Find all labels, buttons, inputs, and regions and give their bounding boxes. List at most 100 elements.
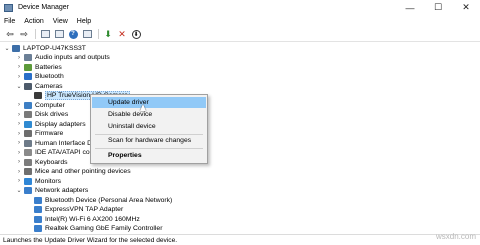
chevron-right-icon[interactable]: › [16, 131, 22, 137]
tree-item-keyboards[interactable]: › Keyboards [16, 158, 68, 167]
menu-action[interactable]: Action [24, 18, 43, 25]
watermark: wsxdn.com [435, 232, 476, 241]
chevron-right-icon[interactable]: › [16, 159, 22, 165]
tree-item-ide[interactable]: › IDE ATA/ATAPI contr [16, 149, 98, 158]
tree-item-expressvpn[interactable]: ExpressVPN TAP Adapter [26, 206, 123, 215]
maximize-button[interactable]: ☐ [424, 0, 452, 15]
toolbar-separator [35, 29, 36, 39]
chevron-right-icon[interactable]: › [16, 102, 22, 108]
help-icon[interactable]: ? [67, 28, 79, 40]
tree-item-cameras[interactable]: ⌄ Cameras [16, 82, 63, 91]
tree-item-label: Intel(R) Wi-Fi 6 AX200 160MHz [45, 215, 140, 223]
network-adapter-icon [34, 225, 42, 233]
tree-item-label: Firmware [35, 130, 64, 138]
status-text: Launches the Update Driver Wizard for th… [3, 236, 178, 244]
tree-item-label: Batteries [35, 63, 62, 71]
minimize-button[interactable]: — [396, 0, 424, 15]
device-manager-icon [4, 3, 13, 12]
tree-item-label: Computer [35, 101, 65, 109]
scan-hardware-icon[interactable]: ⬇ [130, 28, 142, 40]
tree-item-label: IDE ATA/ATAPI contr [35, 149, 98, 157]
tree-item-realtek[interactable]: Realtek Gaming GbE Family Controller [26, 225, 162, 234]
tree-item-label: Keyboards [35, 158, 68, 166]
back-arrow-icon[interactable]: ⇦ [4, 28, 16, 40]
menu-item-disable-device[interactable]: Disable device [92, 109, 206, 120]
uninstall-icon[interactable]: ✕ [116, 28, 128, 40]
device-tree: ⌄ LAPTOP-U47KSS3T › Audio inputs and out… [0, 43, 480, 234]
tree-item-bluetooth[interactable]: › Bluetooth [16, 73, 64, 82]
tree-item-audio[interactable]: › Audio inputs and outputs [16, 54, 110, 63]
mouse-cursor-icon [140, 104, 146, 111]
menu-item-properties[interactable]: Properties [92, 150, 206, 161]
tree-item-computer[interactable]: › Computer [16, 101, 65, 110]
tree-item-label: Network adapters [35, 187, 89, 195]
tree-item-label: Realtek Gaming GbE Family Controller [45, 225, 163, 233]
toolbar: ⇦ ⇨ ? ⬇ ✕ ⬇ [0, 27, 480, 42]
properties-icon[interactable] [53, 28, 65, 40]
context-menu: Update driver Disable device Uninstall d… [90, 94, 208, 164]
speaker-icon [24, 54, 32, 62]
chevron-right-icon[interactable]: › [16, 74, 22, 80]
chevron-right-icon[interactable]: › [16, 140, 22, 146]
chevron-right-icon[interactable]: › [16, 55, 22, 61]
close-button[interactable]: ✕ [452, 0, 480, 15]
tree-item-label: Mice and other pointing devices [35, 168, 131, 176]
tree-root[interactable]: ⌄ LAPTOP-U47KSS3T [4, 44, 86, 53]
forward-arrow-icon[interactable]: ⇨ [18, 28, 30, 40]
battery-icon [24, 63, 32, 71]
chevron-down-icon[interactable]: ⌄ [16, 187, 22, 194]
tree-item-label: Display adapters [35, 120, 86, 128]
tree-item-monitors[interactable]: › Monitors [16, 177, 61, 186]
toolbar-separator [98, 29, 99, 39]
tree-item-hid[interactable]: › Human Interface Dev [16, 139, 99, 148]
menu-bar: File Action View Help [0, 15, 480, 27]
menu-item-update-driver[interactable]: Update driver [92, 97, 206, 108]
tree-root-label: LAPTOP-U47KSS3T [23, 44, 86, 52]
monitor-icon [24, 177, 32, 185]
tree-item-batteries[interactable]: › Batteries [16, 63, 62, 72]
update-driver-icon[interactable]: ⬇ [102, 28, 114, 40]
show-hide-tree-icon[interactable] [39, 28, 51, 40]
network-adapter-icon [24, 187, 32, 195]
disk-icon [24, 111, 32, 119]
camera-icon [24, 82, 32, 90]
network-adapter-icon [34, 215, 42, 223]
chevron-right-icon[interactable]: › [16, 121, 22, 127]
menu-help[interactable]: Help [77, 18, 91, 25]
network-adapter-icon [34, 196, 42, 204]
action-pane-icon[interactable] [81, 28, 93, 40]
network-adapter-icon [34, 206, 42, 214]
chevron-down-icon[interactable]: ⌄ [16, 83, 22, 90]
bluetooth-icon [24, 73, 32, 81]
chevron-right-icon[interactable]: › [16, 169, 22, 175]
status-bar: Launches the Update Driver Wizard for th… [0, 234, 480, 245]
chevron-down-icon[interactable]: ⌄ [4, 45, 10, 52]
menu-file[interactable]: File [4, 18, 15, 25]
menu-separator [95, 147, 203, 149]
tree-item-disk-drives[interactable]: › Disk drives [16, 111, 68, 120]
tree-item-network-adapters[interactable]: ⌄ Network adapters [16, 187, 88, 196]
tree-item-display-adapters[interactable]: › Display adapters [16, 120, 86, 129]
keyboard-icon [24, 158, 32, 166]
monitor-icon [24, 101, 32, 109]
tree-item-firmware[interactable]: › Firmware [16, 130, 63, 139]
menu-item-uninstall-device[interactable]: Uninstall device [92, 121, 206, 132]
tree-item-intel-wifi[interactable]: Intel(R) Wi-Fi 6 AX200 160MHz [26, 215, 140, 224]
mouse-icon [24, 168, 32, 176]
tree-item-label: Bluetooth Device (Personal Area Network) [45, 196, 173, 204]
ide-controller-icon [24, 149, 32, 157]
menu-view[interactable]: View [53, 18, 68, 25]
display-adapter-icon [24, 120, 32, 128]
chevron-right-icon[interactable]: › [16, 150, 22, 156]
tree-item-mice[interactable]: › Mice and other pointing devices [16, 168, 131, 177]
firmware-icon [24, 130, 32, 138]
window-title: Device Manager [18, 4, 69, 11]
computer-icon [12, 44, 20, 52]
tree-item-label: Monitors [35, 177, 62, 185]
window-controls: — ☐ ✕ [396, 0, 480, 15]
chevron-right-icon[interactable]: › [16, 64, 22, 70]
chevron-right-icon[interactable]: › [16, 178, 22, 184]
chevron-right-icon[interactable]: › [16, 112, 22, 118]
tree-item-bt-pan[interactable]: Bluetooth Device (Personal Area Network) [26, 196, 172, 205]
menu-item-scan-hardware[interactable]: Scan for hardware changes [92, 135, 206, 146]
